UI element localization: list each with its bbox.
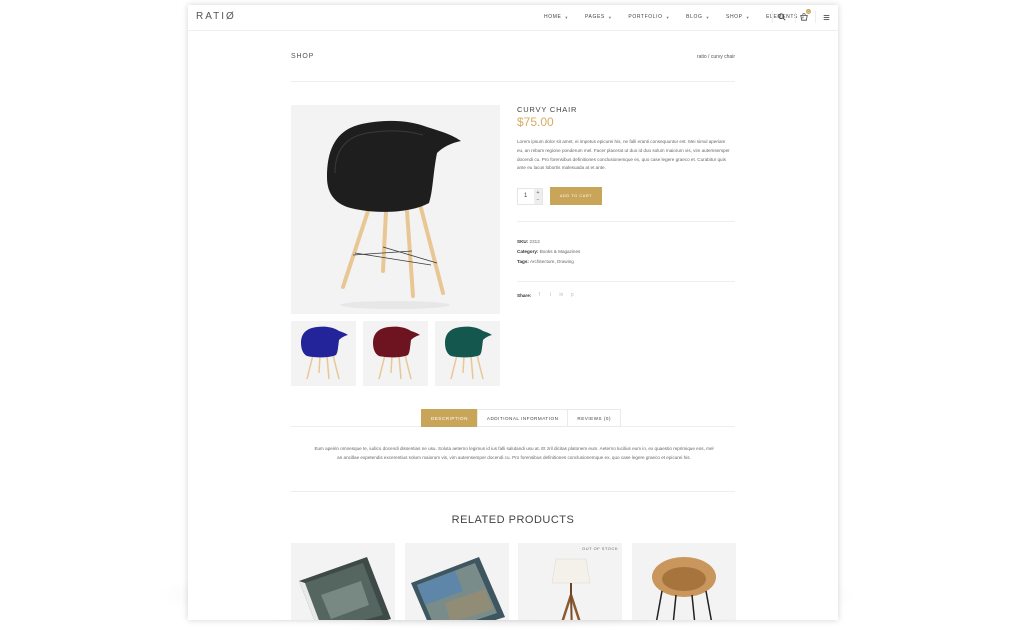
minus-icon[interactable]: −: [534, 196, 542, 204]
divider: [291, 491, 735, 492]
nav-item-home[interactable]: HOME ▼: [544, 14, 569, 20]
tab-description-content: Eum apeirin omnesque te, iudico docendi …: [314, 446, 714, 460]
cart-count-badge: 0: [806, 9, 811, 14]
nav-item-pages[interactable]: PAGES ▼: [585, 14, 612, 20]
product-short-description: Lorem ipsum dolor sit amet, ei impetus e…: [517, 139, 730, 171]
product-thumbnail-blue[interactable]: [291, 321, 356, 386]
product-thumbnail-red[interactable]: [363, 321, 428, 386]
share-label: Share:: [517, 292, 532, 298]
nav-label: BLOG: [686, 14, 703, 20]
related-product-card[interactable]: [405, 543, 509, 620]
menu-icon[interactable]: [821, 12, 831, 22]
site-logo[interactable]: RATIØ: [196, 11, 236, 22]
related-product-card[interactable]: [291, 543, 395, 620]
chevron-down-icon: ▼: [745, 14, 751, 20]
quantity-stepper[interactable]: 1 + −: [517, 188, 543, 205]
tab-additional-information[interactable]: ADDITIONAL INFORMATION: [476, 409, 569, 427]
facebook-icon[interactable]: f: [536, 292, 542, 298]
related-product-card[interactable]: [632, 543, 736, 620]
breadcrumb-current: curvy chair: [710, 54, 735, 60]
breadcrumb: ratio / curvy chair: [697, 54, 735, 60]
tab-reviews[interactable]: REVIEWS (0): [567, 409, 621, 427]
share-row: Share: f t in p: [517, 292, 575, 298]
breadcrumb-separator: /: [708, 54, 710, 60]
nav-item-shop[interactable]: SHOP ▼: [726, 14, 750, 20]
product-title: CURVY CHAIR: [517, 105, 578, 114]
twitter-icon[interactable]: t: [547, 292, 553, 298]
nav-label: SHOP: [726, 14, 743, 20]
tags-link[interactable]: Architecture, Drawing: [530, 259, 574, 264]
divider: [517, 221, 735, 222]
nav-item-portfolio[interactable]: PORTFOLIO ▼: [628, 14, 670, 20]
product-category: Category: Books & Magazines: [517, 249, 580, 254]
nav-item-blog[interactable]: BLOG ▼: [686, 14, 710, 20]
related-product-card[interactable]: OUT OF STOCK: [518, 543, 622, 620]
cart-icon[interactable]: 0: [799, 9, 811, 22]
pinterest-icon[interactable]: p: [569, 292, 575, 298]
site-header: RATIØ HOME ▼ PAGES ▼ PORTFOLIO ▼ BLOG ▼ SHOP…: [188, 5, 838, 31]
product-tags: Tags: Architecture, Drawing: [517, 259, 574, 264]
category-label: Category:: [517, 249, 539, 254]
product-tabs: DESCRIPTION ADDITIONAL INFORMATION REVIE…: [421, 409, 621, 427]
search-icon[interactable]: [777, 12, 787, 22]
chevron-down-icon: ▼: [665, 14, 671, 20]
header-icons: 0: [777, 9, 838, 22]
chevron-down-icon: ▼: [705, 14, 711, 20]
divider: [291, 81, 735, 82]
nav-label: HOME: [544, 14, 562, 20]
product-main-image[interactable]: [291, 105, 500, 314]
breadcrumb-home-link[interactable]: ratio: [697, 54, 707, 60]
divider: [517, 281, 735, 282]
quantity-value[interactable]: 1: [524, 193, 527, 199]
divider: [772, 11, 773, 23]
product-price: $75.00: [517, 115, 554, 129]
out-of-stock-badge: OUT OF STOCK: [582, 546, 618, 551]
chevron-down-icon: ▼: [607, 14, 613, 20]
tags-label: Tags:: [517, 259, 529, 264]
product-thumbnail-green[interactable]: [435, 321, 500, 386]
nav-label: PORTFOLIO: [628, 14, 663, 20]
linkedin-icon[interactable]: in: [558, 292, 564, 298]
nav-label: PAGES: [584, 14, 605, 20]
category-link[interactable]: Books & Magazines: [540, 249, 581, 254]
related-products-title: RELATED PRODUCTS: [451, 514, 575, 526]
add-to-cart-button[interactable]: ADD TO CART: [550, 187, 602, 205]
tab-description[interactable]: DESCRIPTION: [421, 409, 478, 427]
page-title: SHOP: [291, 53, 315, 60]
browser-page: RATIØ HOME ▼ PAGES ▼ PORTFOLIO ▼ BLOG ▼ SHOP…: [188, 5, 838, 620]
chevron-down-icon: ▼: [564, 14, 569, 20]
sku-label: SKU:: [517, 239, 529, 244]
sku-value: 2313: [529, 239, 540, 244]
product-sku: SKU: 2313: [517, 239, 540, 244]
